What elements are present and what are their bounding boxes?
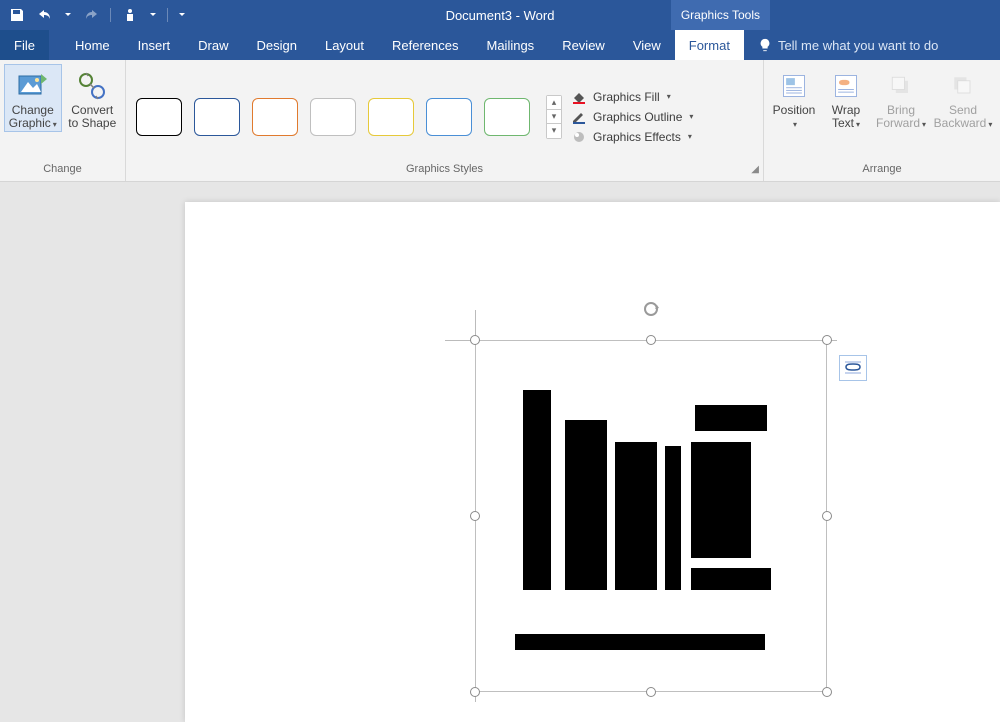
change-graphic-button[interactable]: Change Graphic▾ <box>4 64 62 132</box>
tab-design[interactable]: Design <box>243 30 311 60</box>
tab-file[interactable]: File <box>0 30 49 60</box>
convert-to-shape-icon <box>76 70 108 102</box>
layout-options-button[interactable] <box>839 355 867 381</box>
tab-layout[interactable]: Layout <box>311 30 378 60</box>
style-swatch[interactable] <box>252 98 298 136</box>
send-backward-icon <box>947 70 979 102</box>
position-button[interactable]: Position▾ <box>768 64 820 131</box>
style-swatch[interactable] <box>194 98 240 136</box>
graphics-effects-button[interactable]: Graphics Effects▾ <box>570 129 693 145</box>
pen-outline-icon <box>570 109 588 125</box>
graphics-outline-label: Graphics Outline <box>593 110 682 124</box>
group-change: Change Graphic▾ Convert to Shape Change <box>0 60 126 181</box>
selected-graphic[interactable] <box>475 340 827 692</box>
qat-customize-icon[interactable] <box>178 6 186 24</box>
books-graphic-icon <box>515 390 787 650</box>
tab-mailings[interactable]: Mailings <box>473 30 549 60</box>
bring-forward-icon <box>885 70 917 102</box>
document-area <box>0 182 1000 713</box>
tab-review[interactable]: Review <box>548 30 619 60</box>
graphics-style-commands: Graphics Fill▾ Graphics Outline▾ Graphic… <box>564 83 693 145</box>
resize-handle-br[interactable] <box>822 687 832 697</box>
style-swatch[interactable] <box>310 98 356 136</box>
resize-handle-tm[interactable] <box>646 335 656 345</box>
graphics-fill-label: Graphics Fill <box>593 90 660 104</box>
send-backward-label: Send Backward▾ <box>934 104 993 131</box>
wrap-text-icon <box>830 70 862 102</box>
tell-me-search[interactable]: Tell me what you want to do <box>744 30 938 60</box>
ribbon: Change Graphic▾ Convert to Shape Change <box>0 60 1000 182</box>
position-label: Position▾ <box>773 104 816 131</box>
tab-references[interactable]: References <box>378 30 472 60</box>
send-backward-button: Send Backward▾ <box>932 64 994 131</box>
position-icon <box>778 70 810 102</box>
convert-to-shape-button[interactable]: Convert to Shape <box>64 64 121 130</box>
rotate-handle[interactable] <box>642 300 660 318</box>
paint-bucket-icon <box>570 89 588 105</box>
style-swatch[interactable] <box>368 98 414 136</box>
resize-handle-bm[interactable] <box>646 687 656 697</box>
group-graphics-styles-label: Graphics Styles ◢ <box>126 163 763 181</box>
convert-to-shape-label: Convert to Shape <box>68 104 116 130</box>
gallery-scroll-up[interactable]: ▴ <box>547 96 561 110</box>
wrap-text-label: Wrap Text▾ <box>832 104 860 131</box>
tab-draw[interactable]: Draw <box>184 30 242 60</box>
resize-handle-tr[interactable] <box>822 335 832 345</box>
touch-mode-icon[interactable] <box>121 6 139 24</box>
style-swatch[interactable] <box>484 98 530 136</box>
resize-handle-bl[interactable] <box>470 687 480 697</box>
ribbon-tabs: File Home Insert Draw Design Layout Refe… <box>0 30 1000 60</box>
tab-format[interactable]: Format <box>675 30 744 60</box>
change-graphic-icon <box>17 70 49 102</box>
graphics-styles-gallery: ▴ ▾ ▾ <box>130 89 562 139</box>
quick-access-toolbar <box>0 0 186 30</box>
gallery-scroll: ▴ ▾ ▾ <box>546 95 562 139</box>
titlebar: Document3 - Word Graphics Tools <box>0 0 1000 30</box>
graphics-effects-label: Graphics Effects <box>593 130 681 144</box>
graphics-fill-button[interactable]: Graphics Fill▾ <box>570 89 693 105</box>
lightbulb-icon <box>758 38 772 52</box>
dialog-launcher-icon[interactable]: ◢ <box>751 164 759 175</box>
gallery-more[interactable]: ▾ <box>547 124 561 138</box>
wrap-text-button[interactable]: Wrap Text▾ <box>822 64 870 131</box>
touch-mode-dropdown-icon[interactable] <box>149 6 157 24</box>
resize-handle-tl[interactable] <box>470 335 480 345</box>
undo-dropdown-icon[interactable] <box>64 6 72 24</box>
undo-icon[interactable] <box>36 6 54 24</box>
tab-home[interactable]: Home <box>61 30 124 60</box>
style-swatch[interactable] <box>136 98 182 136</box>
resize-handle-ml[interactable] <box>470 511 480 521</box>
group-change-label: Change <box>0 163 125 181</box>
graphics-outline-button[interactable]: Graphics Outline▾ <box>570 109 693 125</box>
style-swatch[interactable] <box>426 98 472 136</box>
tell-me-placeholder: Tell me what you want to do <box>778 38 938 53</box>
group-arrange: Position▾ Wrap Text▾ Bring Forward▾ Send… <box>764 60 1000 181</box>
resize-handle-mr[interactable] <box>822 511 832 521</box>
group-arrange-label: Arrange <box>764 163 1000 181</box>
tab-insert[interactable]: Insert <box>124 30 185 60</box>
bring-forward-label: Bring Forward▾ <box>876 104 926 131</box>
gallery-scroll-down[interactable]: ▾ <box>547 110 561 124</box>
layout-options-icon <box>843 359 863 377</box>
group-graphics-styles: ▴ ▾ ▾ Graphics Fill▾ Graphics Outline▾ G… <box>126 60 764 181</box>
save-icon[interactable] <box>8 6 26 24</box>
effects-icon <box>570 129 588 145</box>
page[interactable] <box>185 202 1000 722</box>
redo-icon <box>82 6 100 24</box>
contextual-tab-label: Graphics Tools <box>671 0 770 30</box>
bring-forward-button: Bring Forward▾ <box>872 64 930 131</box>
tab-view[interactable]: View <box>619 30 675 60</box>
change-graphic-label: Change Graphic▾ <box>9 104 57 131</box>
